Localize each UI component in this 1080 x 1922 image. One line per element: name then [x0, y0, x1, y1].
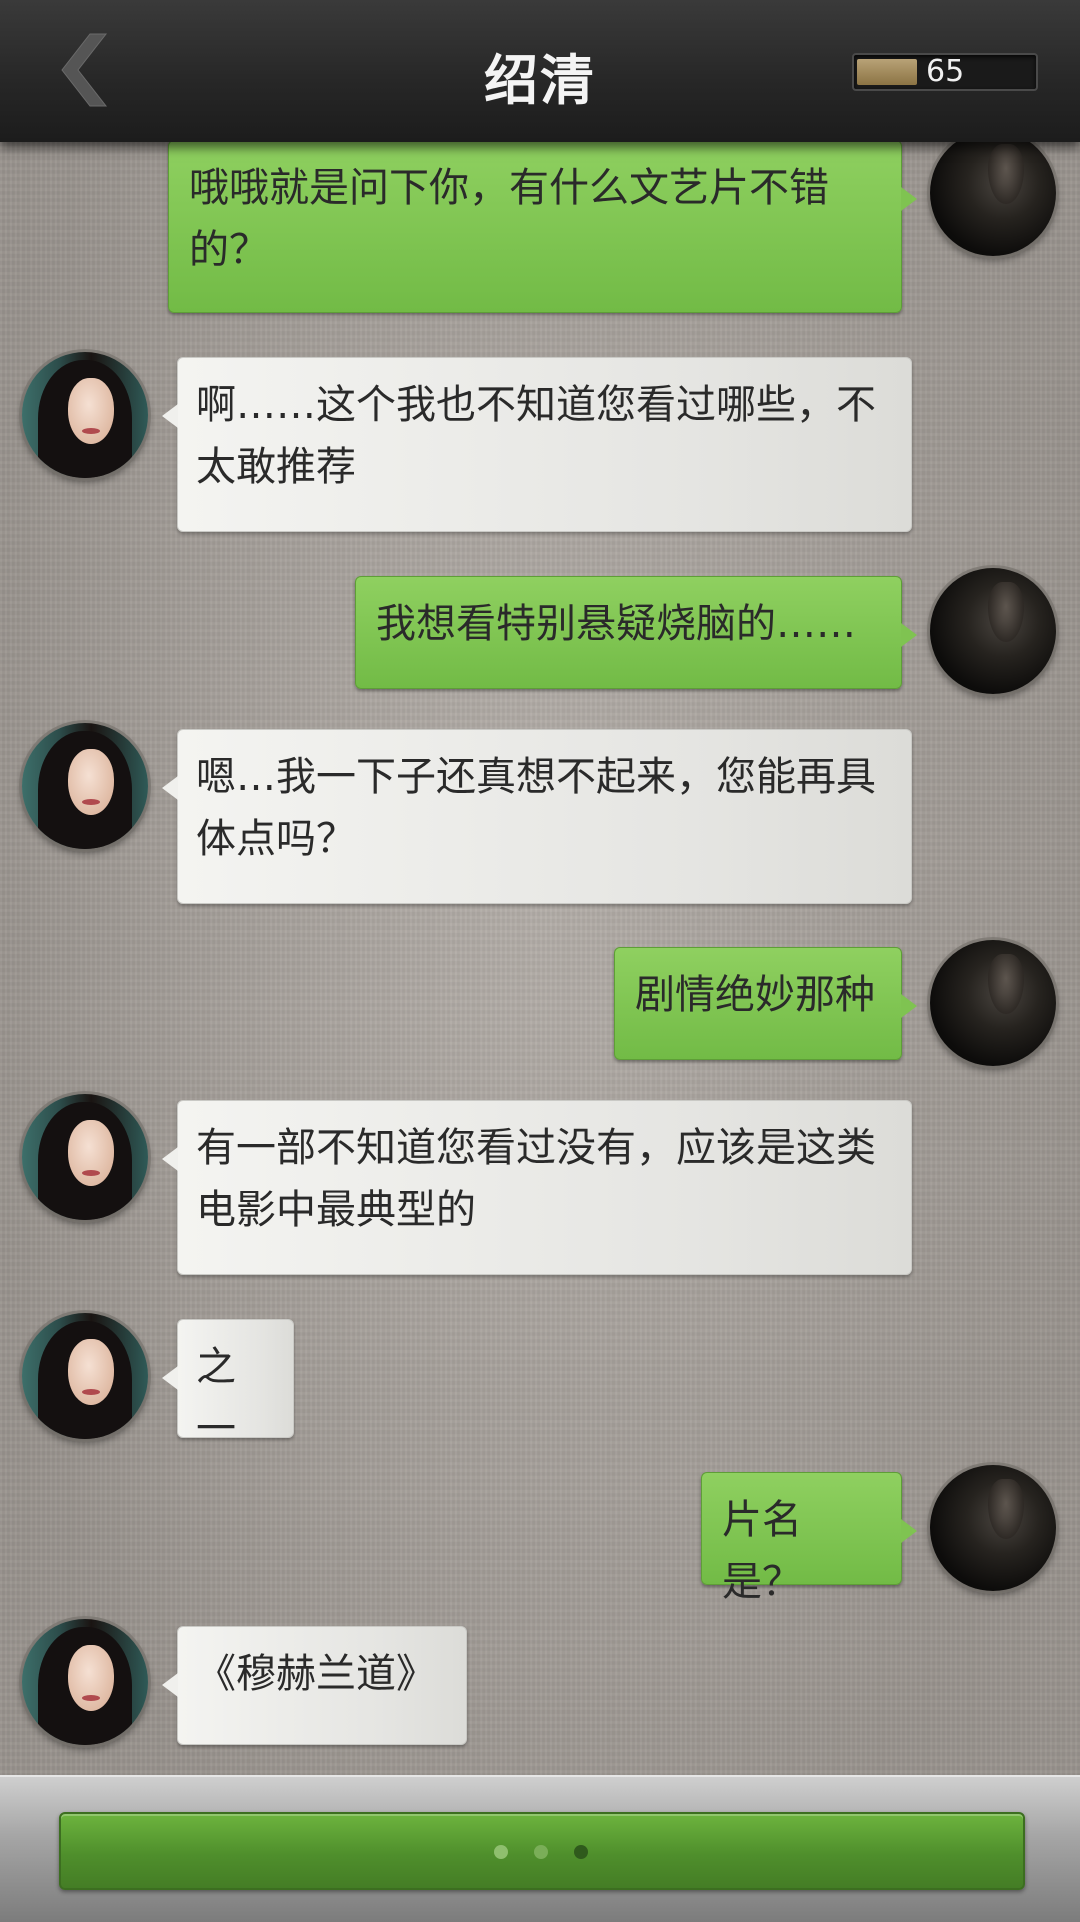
- contact-avatar[interactable]: [22, 1619, 148, 1745]
- contact-avatar[interactable]: [22, 352, 148, 478]
- message-text: 嗯…我一下子还真想不起来，您能再具体点吗？: [196, 754, 876, 862]
- reply-choice-button[interactable]: [59, 1812, 1025, 1890]
- message-text: 《穆赫兰道》: [196, 1651, 436, 1697]
- message-text: 哦哦就是问下你，有什么文艺片不错的？: [189, 165, 829, 273]
- message-text: 啊……这个我也不知道您看过哪些，不太敢推荐: [196, 382, 876, 490]
- contact-avatar[interactable]: [22, 1094, 148, 1220]
- message-bubble-user: 剧情绝妙那种: [614, 947, 917, 1060]
- user-avatar[interactable]: [930, 130, 1056, 256]
- contact-avatar[interactable]: [22, 723, 148, 849]
- chat-area[interactable]: 哦哦就是问下你，有什么文艺片不错的？ 啊……这个我也不知道您看过哪些，不太敢推荐…: [0, 0, 1080, 1775]
- message-text: 有一部不知道您看过没有，应该是这类电影中最典型的: [196, 1125, 876, 1233]
- energy-value: 65: [926, 54, 965, 89]
- user-avatar[interactable]: [930, 568, 1056, 694]
- message-bubble-user: 哦哦就是问下你，有什么文艺片不错的？: [168, 140, 917, 313]
- message-bubble-contact: 嗯…我一下子还真想不起来，您能再具体点吗？: [162, 729, 912, 904]
- bottom-bar: [0, 1775, 1080, 1922]
- message-text: 片名是？: [722, 1497, 802, 1605]
- message-text: 剧情绝妙那种: [635, 972, 875, 1018]
- contact-avatar[interactable]: [22, 1313, 148, 1439]
- message-bubble-contact: 有一部不知道您看过没有，应该是这类电影中最典型的: [162, 1100, 912, 1275]
- top-bar: 绍清 65: [0, 0, 1080, 142]
- energy-bar-fill: [857, 59, 917, 85]
- user-avatar[interactable]: [930, 940, 1056, 1066]
- message-bubble-contact: 啊……这个我也不知道您看过哪些，不太敢推荐: [162, 357, 912, 532]
- message-bubble-user: 我想看特别悬疑烧脑的……: [355, 576, 917, 689]
- message-bubble-user: 片名是？: [701, 1472, 917, 1605]
- energy-meter: 65: [852, 53, 1038, 91]
- message-text: 之一: [196, 1344, 236, 1452]
- message-bubble-contact: 之一: [162, 1319, 294, 1452]
- user-avatar[interactable]: [930, 1465, 1056, 1591]
- message-text: 我想看特别悬疑烧脑的……: [376, 601, 856, 647]
- message-bubble-contact: 《穆赫兰道》: [162, 1626, 467, 1745]
